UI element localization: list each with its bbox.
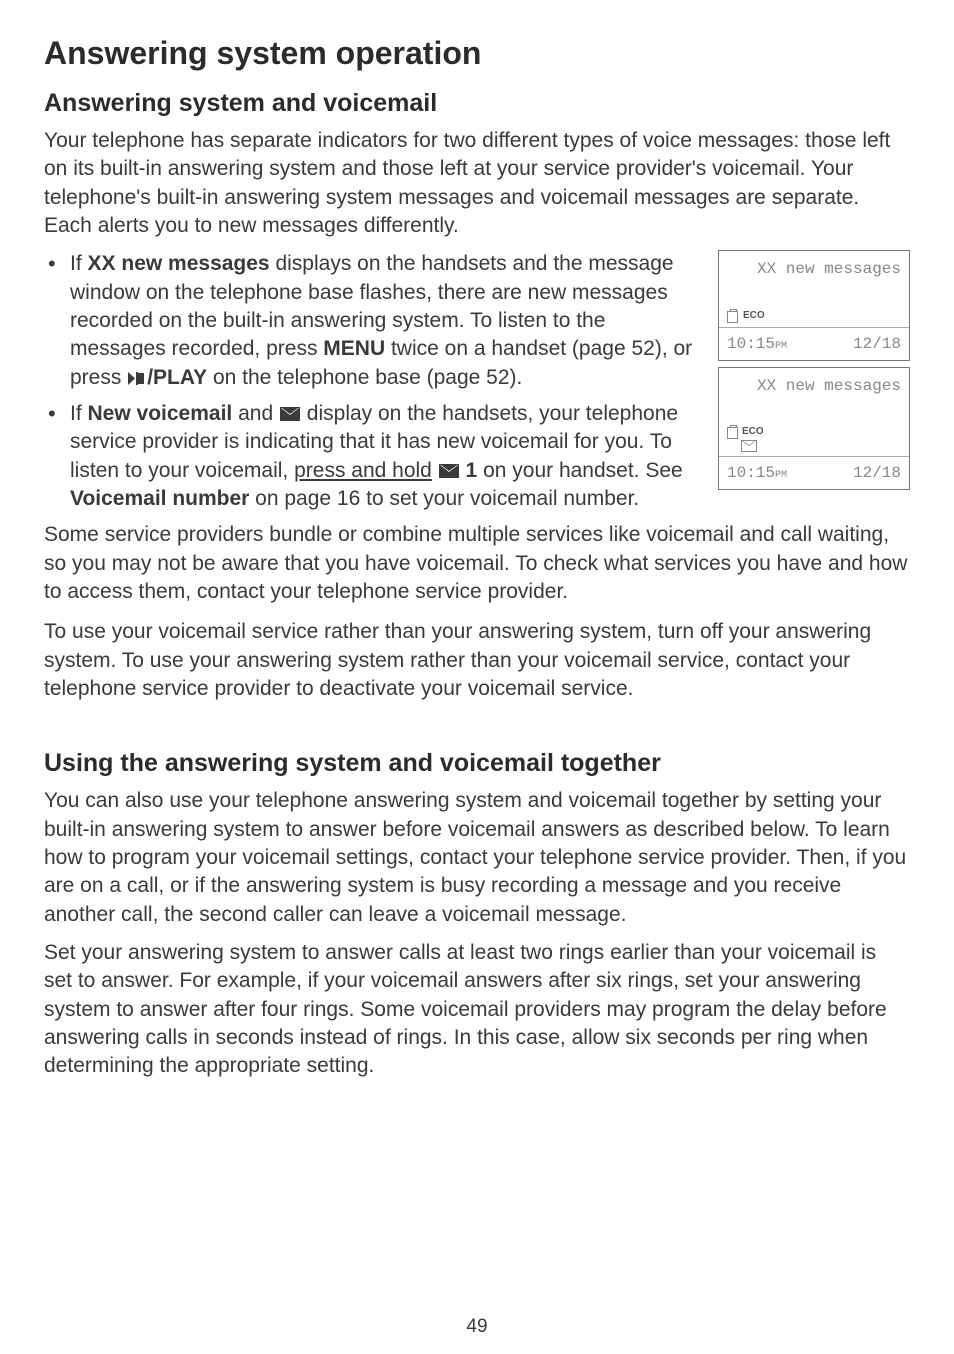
paragraph-5: Set your answering system to answer call… <box>44 939 910 1081</box>
play-pause-icon <box>128 372 146 385</box>
bullet-item-1: If XX new messages displays on the hands… <box>44 250 910 392</box>
intro-paragraph: Your telephone has separate indicators f… <box>44 127 910 240</box>
section-subtitle-2: Using the answering system and voicemail… <box>44 747 910 781</box>
mail-icon <box>280 407 300 421</box>
bullet-item-2: If New voicemail and display on the hand… <box>44 400 910 513</box>
paragraph-3: To use your voicemail service rather tha… <box>44 618 910 703</box>
page-title: Answering system operation <box>44 32 910 75</box>
paragraph-4: You can also use your telephone answerin… <box>44 787 910 929</box>
paragraph-2: Some service providers bundle or combine… <box>44 521 910 606</box>
mail-icon <box>439 464 459 478</box>
page-number: 49 <box>0 1314 954 1340</box>
section-subtitle-1: Answering system and voicemail <box>44 87 910 121</box>
